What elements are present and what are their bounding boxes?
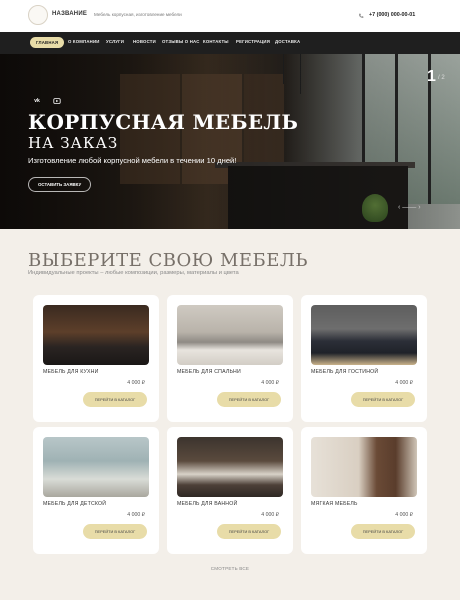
top-bar: НАЗВАНИЕ Мебель корпусная, изготовление … xyxy=(0,0,460,32)
bathroom-image xyxy=(177,437,283,497)
card-price: 4 000 ₽ xyxy=(127,380,145,386)
bedroom-image xyxy=(177,305,283,365)
catalog-button[interactable]: ПЕРЕЙТИ В КАТАЛОГ xyxy=(83,392,147,407)
brand-name[interactable]: НАЗВАНИЕ xyxy=(52,11,87,17)
soft-furniture-image xyxy=(311,437,417,497)
section-title: ВЫБЕРИТЕ СВОЮ МЕБЕЛЬ xyxy=(28,250,309,271)
nav-item-services[interactable]: УСЛУГИ xyxy=(106,39,124,44)
hero-subtitle: НА ЗАКАЗ xyxy=(28,134,119,152)
vk-icon[interactable]: vk xyxy=(32,96,42,106)
logo[interactable] xyxy=(28,5,48,25)
main-nav: ГЛАВНАЯ О КОМПАНИИ УСЛУГИ НОВОСТИ ОТЗЫВЫ… xyxy=(0,32,460,54)
card-name: МЯГКАЯ МЕБЕЛЬ xyxy=(311,501,358,507)
card-price: 4 000 ₽ xyxy=(261,512,279,518)
card-price: 4 000 ₽ xyxy=(127,512,145,518)
slide-total: / 2 xyxy=(438,75,445,81)
card-name: МЕБЕЛЬ ДЛЯ ДЕТСКОЙ xyxy=(43,501,107,507)
card-price: 4 000 ₽ xyxy=(261,380,279,386)
nav-item-home[interactable]: ГЛАВНАЯ xyxy=(30,37,65,48)
catalog-button[interactable]: ПЕРЕЙТИ В КАТАЛОГ xyxy=(217,392,281,407)
nav-item-about[interactable]: О КОМПАНИИ xyxy=(68,39,100,44)
category-card-kids[interactable]: МЕБЕЛЬ ДЛЯ ДЕТСКОЙ 4 000 ₽ ПЕРЕЙТИ В КАТ… xyxy=(33,427,159,554)
request-button[interactable]: ОСТАВИТЬ ЗАЯВКУ xyxy=(28,177,92,192)
view-all-link[interactable]: СМОТРЕТЬ ВСЕ xyxy=(0,566,460,571)
category-card-bedroom[interactable]: МЕБЕЛЬ ДЛЯ СПАЛЬНИ 4 000 ₽ ПЕРЕЙТИ В КАТ… xyxy=(167,295,293,422)
card-name: МЕБЕЛЬ ДЛЯ ГОСТИНОЙ xyxy=(311,369,379,375)
phone-number[interactable]: +7 (000) 000-00-01 xyxy=(369,12,415,18)
tagline: Мебель корпусная, изготовление мебели xyxy=(94,12,182,17)
card-name: МЕБЕЛЬ ДЛЯ КУХНИ xyxy=(43,369,99,375)
nav-item-news[interactable]: НОВОСТИ xyxy=(133,39,156,44)
section-subtitle: Индивидуальные проекты – любые композици… xyxy=(28,270,239,276)
card-price: 4 000 ₽ xyxy=(395,512,413,518)
youtube-icon[interactable] xyxy=(52,96,62,106)
kitchen-image xyxy=(43,305,149,365)
card-price: 4 000 ₽ xyxy=(395,380,413,386)
category-card-soft[interactable]: МЯГКАЯ МЕБЕЛЬ 4 000 ₽ ПЕРЕЙТИ В КАТАЛОГ xyxy=(301,427,427,554)
slider-arrows[interactable]: ‹ —— › xyxy=(398,204,421,211)
hero-banner: vk КОРПУСНАЯ МЕБЕЛЬ НА ЗАКАЗ Изготовлени… xyxy=(0,54,460,229)
card-name: МЕБЕЛЬ ДЛЯ ВАННОЙ xyxy=(177,501,238,507)
catalog-button[interactable]: ПЕРЕЙТИ В КАТАЛОГ xyxy=(217,524,281,539)
phone-icon xyxy=(359,13,364,18)
nav-item-contacts[interactable]: КОНТАКТЫ xyxy=(203,39,229,44)
nav-item-reviews[interactable]: ОТЗЫВЫ О НАС xyxy=(162,39,200,44)
category-card-bathroom[interactable]: МЕБЕЛЬ ДЛЯ ВАННОЙ 4 000 ₽ ПЕРЕЙТИ В КАТА… xyxy=(167,427,293,554)
category-card-living[interactable]: МЕБЕЛЬ ДЛЯ ГОСТИНОЙ 4 000 ₽ ПЕРЕЙТИ В КА… xyxy=(301,295,427,422)
kids-room-image xyxy=(43,437,149,497)
hero-description: Изготовление любой корпусной мебели в те… xyxy=(28,156,237,165)
card-name: МЕБЕЛЬ ДЛЯ СПАЛЬНИ xyxy=(177,369,241,375)
catalog-button[interactable]: ПЕРЕЙТИ В КАТАЛОГ xyxy=(83,524,147,539)
nav-item-delivery[interactable]: ДОСТАВКА xyxy=(275,39,300,44)
nav-item-registration[interactable]: РЕГИСТРАЦИЯ xyxy=(236,39,270,44)
living-room-image xyxy=(311,305,417,365)
category-card-kitchen[interactable]: МЕБЕЛЬ ДЛЯ КУХНИ 4 000 ₽ ПЕРЕЙТИ В КАТАЛ… xyxy=(33,295,159,422)
hero-title: КОРПУСНАЯ МЕБЕЛЬ xyxy=(28,110,299,134)
catalog-button[interactable]: ПЕРЕЙТИ В КАТАЛОГ xyxy=(351,524,415,539)
catalog-button[interactable]: ПЕРЕЙТИ В КАТАЛОГ xyxy=(351,392,415,407)
slide-current: 1 xyxy=(427,68,436,85)
